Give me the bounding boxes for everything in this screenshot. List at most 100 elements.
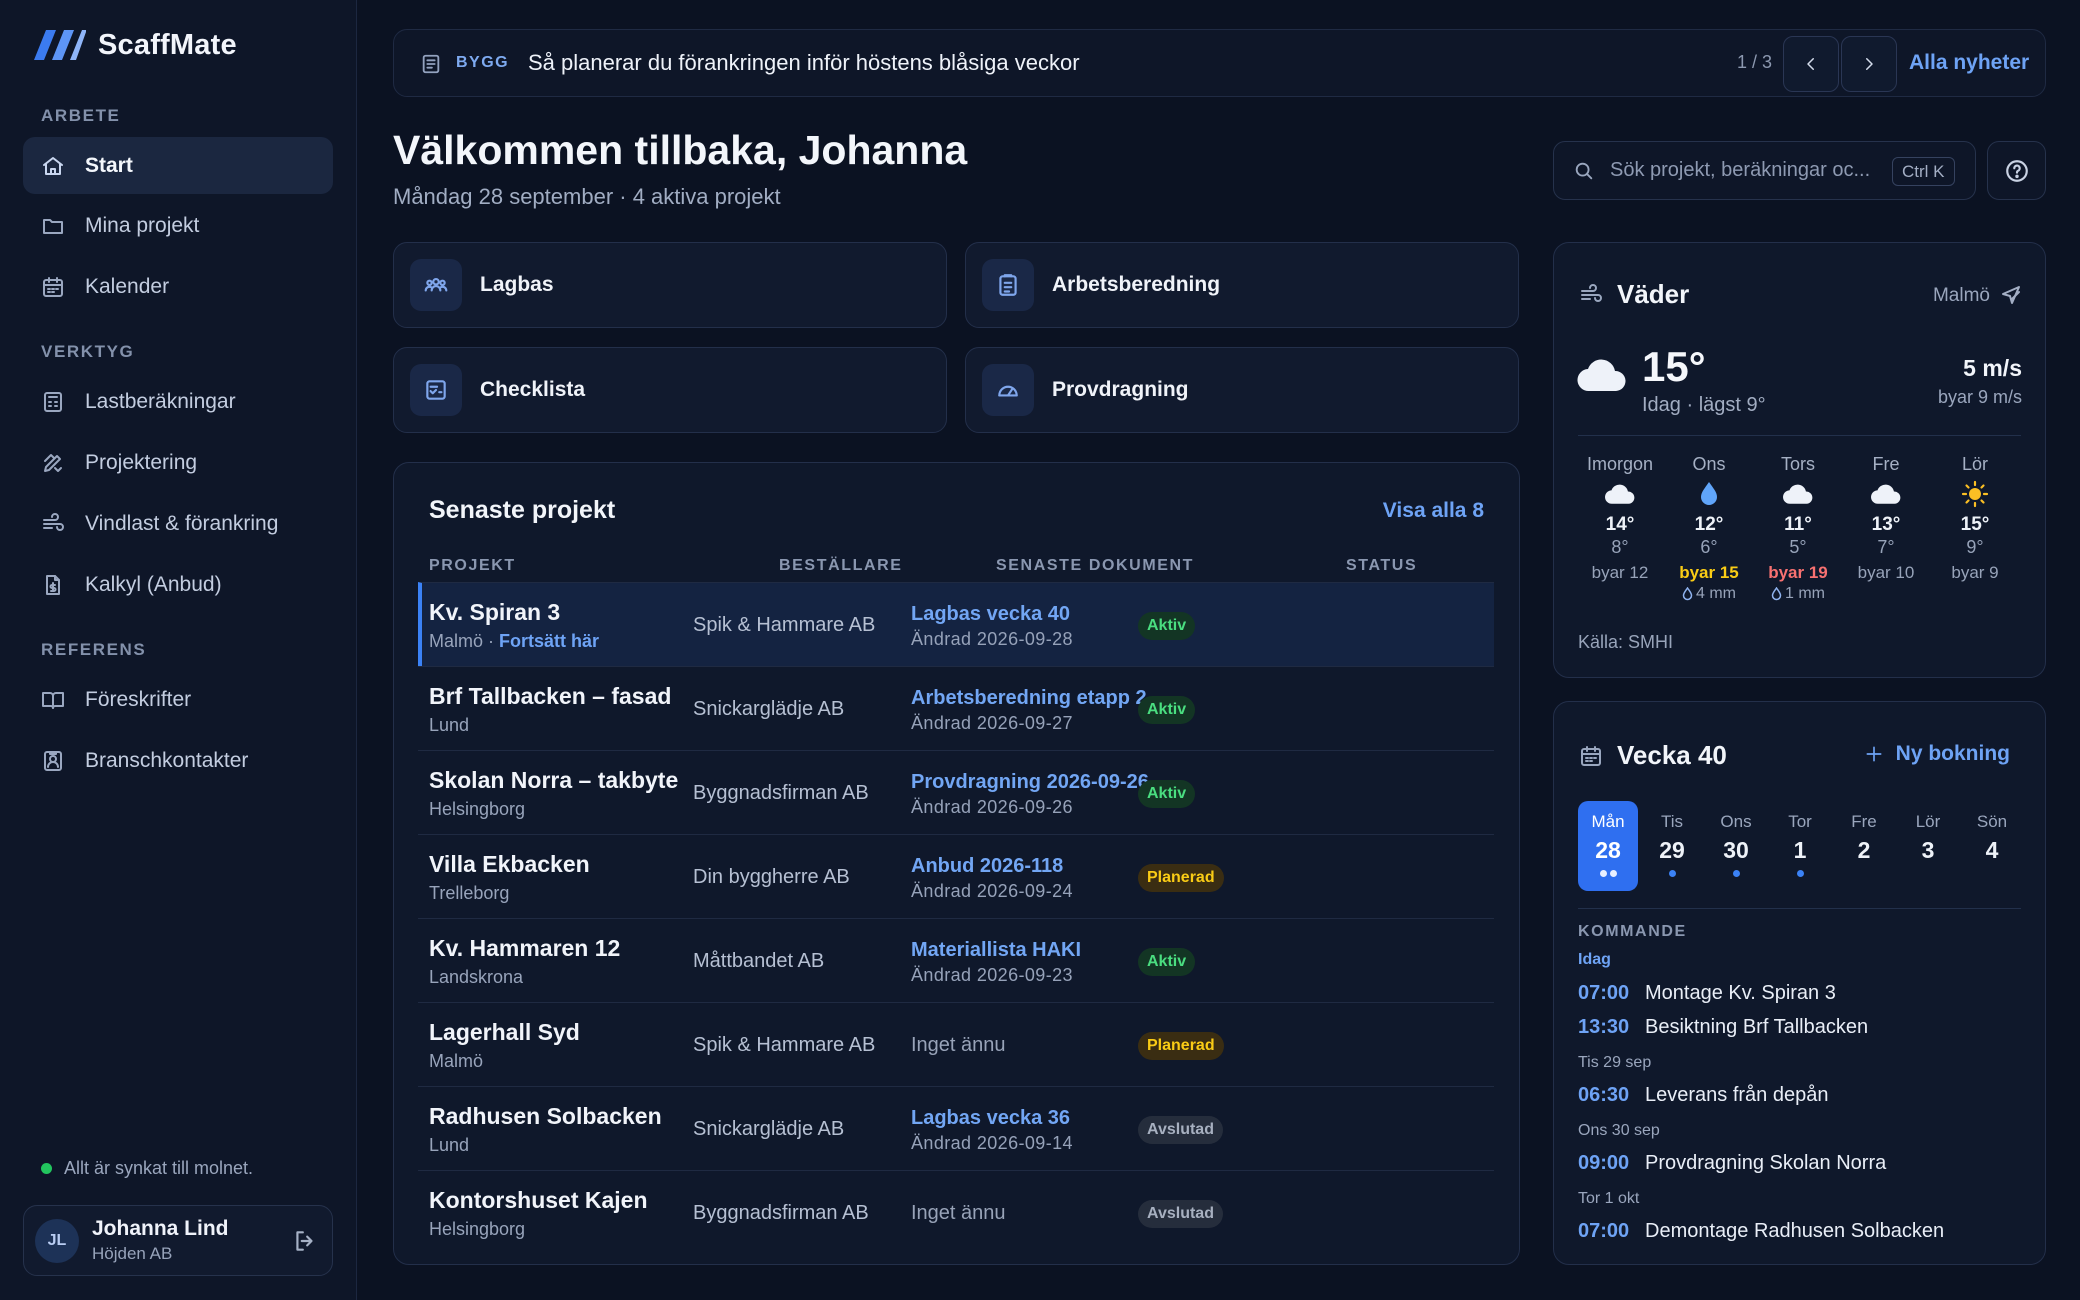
project-name: Villa Ekbacken [429, 851, 590, 877]
upcoming-event[interactable]: 07:00 Montage Kv. Spiran 3 [1578, 982, 1836, 1005]
table-row[interactable]: Skolan Norra – takbyte Helsingborg Byggn… [418, 750, 1494, 834]
day-cell[interactable]: Ons 30 [1706, 801, 1766, 891]
folder-icon [41, 214, 65, 238]
project-city: Malmö [429, 1051, 484, 1071]
column-header-status: STATUS [1346, 557, 1418, 574]
nav-section-arbete: ARBETE [41, 106, 121, 125]
event-title: Provdragning Skolan Norra [1645, 1152, 1887, 1174]
document-dollar-icon [41, 573, 65, 597]
table-row[interactable]: Lagerhall Syd Malmö Spik & Hammare AB In… [418, 1002, 1494, 1086]
divider [1578, 908, 2021, 909]
view-all-projects-link[interactable]: Visa alla 8 [1383, 499, 1484, 523]
brand[interactable]: ScaffMate [34, 28, 237, 62]
search-input[interactable]: Sök projekt, beräkningar oc... Ctrl K [1553, 141, 1976, 200]
day-number: 4 [1985, 837, 1999, 863]
project-client: Byggnadsfirman AB [693, 782, 869, 804]
project-name: Kv. Spiran 3 [429, 599, 561, 625]
table-row[interactable]: Brf Tallbacken – fasad Lund Snickarglädj… [418, 666, 1494, 750]
continue-link[interactable]: Fortsätt här [499, 631, 599, 651]
today-low: Idag · lägst 9° [1642, 394, 1766, 416]
sidebar-item-foreskrifter[interactable]: Föreskrifter [23, 671, 333, 728]
upcoming-event[interactable]: 09:00 Provdragning Skolan Norra [1578, 1152, 1886, 1175]
forecast-day-name: Ons [1692, 454, 1726, 474]
latest-document-link[interactable]: Anbud 2026-118 [911, 855, 1063, 878]
latest-document-link[interactable]: Lagbas vecka 36 [911, 1107, 1070, 1130]
upcoming-event[interactable]: 13:30 Besiktning Brf Tallbacken [1578, 1016, 1868, 1039]
forecast-day: Ons 12° 6° byar 15 4 mm [1665, 454, 1753, 603]
quick-action-lagbas[interactable]: Lagbas [393, 242, 947, 328]
day-number: 3 [1921, 837, 1935, 863]
search-placeholder: Sök projekt, beräkningar oc... [1610, 159, 1871, 181]
sidebar-item-start[interactable]: Start [23, 137, 333, 194]
weather-title: Väder [1617, 279, 1690, 309]
sidebar-item-label: Kalkyl (Anbud) [85, 572, 222, 596]
news-prev-button[interactable] [1783, 36, 1839, 92]
day-number: 30 [1723, 837, 1749, 863]
quick-action-checklista[interactable]: Checklista [393, 347, 947, 433]
day-cell[interactable]: Fre 2 [1834, 801, 1894, 891]
day-cell[interactable]: Sön 4 [1962, 801, 2022, 891]
sidebar-item-label: Vindlast & förankring [85, 511, 279, 535]
sidebar-item-kalkyl[interactable]: Kalkyl (Anbud) [23, 556, 333, 613]
day-cell[interactable]: Tor 1 [1770, 801, 1830, 891]
checklist-icon [410, 364, 462, 416]
upcoming-event[interactable]: 07:00 Demontage Radhusen Solbacken [1578, 1220, 1944, 1243]
forecast-day: Tors 11° 5° byar 19 1 mm [1754, 454, 1842, 603]
day-cell[interactable]: Mån 28 [1578, 801, 1638, 891]
plus-icon [1864, 744, 1884, 764]
sidebar-item-kalender[interactable]: Kalender [23, 258, 333, 315]
sidebar-item-branschkontakter[interactable]: Branschkontakter [23, 732, 333, 789]
day-cell[interactable]: Lör 3 [1898, 801, 1958, 891]
upcoming-event[interactable]: 06:30 Leverans från depån [1578, 1084, 1828, 1107]
quick-action-arbetsberedning[interactable]: Arbetsberedning [965, 242, 1519, 328]
sidebar-item-label: Branschkontakter [85, 748, 249, 772]
weather-location[interactable]: Malmö [1933, 285, 1990, 307]
sidebar-item-mina-projekt[interactable]: Mina projekt [23, 197, 333, 254]
search-icon [1573, 160, 1595, 182]
all-news-link[interactable]: Alla nyheter [1909, 51, 2029, 75]
news-icon [420, 53, 442, 75]
forecast-day-name: Fre [1872, 454, 1900, 474]
chevron-right-icon [1860, 55, 1878, 73]
location-edit-icon[interactable] [1999, 283, 2023, 307]
forecast-day: Fre 13° 7° byar 10 [1842, 454, 1930, 583]
cloud-icon [1576, 478, 1664, 510]
sidebar-item-vindlast[interactable]: Vindlast & förankring [23, 495, 333, 552]
weather-card: Väder Malmö 15° Idag · lägst 9° 5 m/s by… [1553, 242, 2046, 678]
event-dots [1898, 870, 1958, 877]
project-city: Trelleborg [429, 883, 510, 903]
forecast-low: 8° [1611, 537, 1629, 557]
table-row[interactable]: Kontorshuset Kajen Helsingborg Byggnadsf… [418, 1170, 1494, 1254]
contact-card-icon [41, 749, 65, 773]
upcoming-day-label: Ons 30 sep [1578, 1122, 1660, 1139]
document-date: Ändrad 2026-09-26 [911, 797, 1073, 817]
help-button[interactable] [1987, 141, 2046, 200]
quick-action-provdragning[interactable]: Provdragning [965, 347, 1519, 433]
latest-document-link[interactable]: Arbetsberedning etapp 2 [911, 687, 1147, 710]
avatar: JL [35, 1218, 79, 1263]
tile-label: Lagbas [480, 273, 554, 296]
user-card[interactable]: JL Johanna Lind Höjden AB [23, 1205, 333, 1276]
forecast-rain: 1 mm [1754, 585, 1842, 603]
latest-document-link[interactable]: Lagbas vecka 40 [911, 603, 1070, 626]
calendar-icon [1579, 744, 1603, 768]
forecast-low: 9° [1966, 537, 1984, 557]
table-row[interactable]: Radhusen Solbacken Lund Snickarglädje AB… [418, 1086, 1494, 1170]
table-row[interactable]: Villa Ekbacken Trelleborg Din byggherre … [418, 834, 1494, 918]
day-name: Fre [1851, 812, 1877, 831]
forecast-gust: byar 10 [1857, 563, 1915, 582]
table-row[interactable]: Kv. Hammaren 12 Landskrona Måttbandet AB… [418, 918, 1494, 1002]
logout-icon[interactable] [292, 1228, 318, 1254]
sidebar-item-projektering[interactable]: Projektering [23, 434, 333, 491]
news-headline[interactable]: Så planerar du förankringen inför hösten… [528, 50, 1080, 76]
day-cell[interactable]: Tis 29 [1642, 801, 1702, 891]
new-booking-button[interactable]: Ny bokning [1864, 742, 2010, 766]
table-row[interactable]: Kv. Spiran 3 Malmö · Fortsätt här Spik &… [418, 582, 1494, 666]
latest-document-link[interactable]: Provdragning 2026-09-26 [911, 771, 1149, 794]
news-next-button[interactable] [1841, 36, 1897, 92]
nav-section-verktyg: VERKTYG [41, 342, 135, 361]
latest-document-link[interactable]: Materiallista HAKI [911, 939, 1081, 962]
sidebar-item-lastberakningar[interactable]: Lastberäkningar [23, 373, 333, 430]
sun-icon [1931, 478, 2019, 510]
forecast-day-name: Lör [1961, 454, 1988, 474]
